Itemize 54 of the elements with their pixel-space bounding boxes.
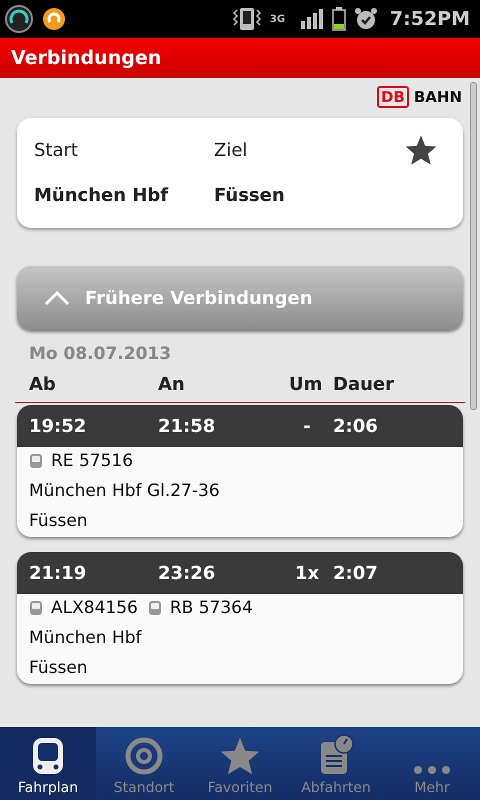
- train-icon: [29, 453, 43, 469]
- duration: 2:06: [333, 416, 379, 436]
- duration: 2:07: [333, 562, 379, 584]
- target-icon: [124, 736, 164, 776]
- changes-count: -: [302, 416, 312, 436]
- nav-tab[interactable]: Fahrplan: [0, 727, 96, 800]
- train-number: ALX84156: [51, 598, 138, 618]
- app-icon[interactable]: [42, 7, 66, 31]
- chevron-up-icon: [43, 290, 71, 306]
- destination-station: Füssen: [214, 185, 286, 206]
- arrival-time: 21:58: [158, 416, 216, 436]
- signal-icon: [300, 8, 324, 30]
- destination-station: Füssen: [29, 658, 89, 678]
- departure-time: 19:52: [29, 416, 88, 436]
- column-header: Ab: [29, 374, 57, 395]
- column-header: An: [158, 374, 186, 395]
- destination-label: Ziel: [214, 140, 248, 161]
- route-card[interactable]: Start München Hbf Ziel Füssen: [17, 118, 463, 228]
- nav-tab[interactable]: Standort: [96, 727, 192, 800]
- start-label: Start: [34, 140, 79, 161]
- logo-mark: DB: [376, 86, 409, 108]
- nav-tab[interactable]: Favoriten: [192, 727, 288, 800]
- destination-station: Füssen: [29, 511, 89, 531]
- star-icon: [218, 736, 262, 776]
- train-icon: [29, 600, 43, 616]
- ring-icon[interactable]: [4, 4, 34, 34]
- departure-time: 21:19: [29, 562, 88, 584]
- nav-tab[interactable]: Abfahrten: [288, 727, 384, 800]
- earlier-connections-button[interactable]: Frühere Verbindungen: [17, 266, 463, 330]
- alarm-icon: [354, 7, 378, 31]
- logo-wordmark: BAHN: [414, 88, 462, 106]
- column-header: Dauer: [333, 374, 395, 395]
- date-heading: Mo 08.07.2013: [29, 344, 172, 364]
- screen-title: Verbindungen: [11, 47, 162, 69]
- changes-count: 1x: [294, 562, 320, 584]
- arrival-time: 23:26: [158, 562, 216, 584]
- origin-station: München Hbf: [29, 628, 143, 648]
- nav-tab[interactable]: Mehr: [384, 727, 480, 800]
- battery-icon: [332, 7, 346, 31]
- clock: 7:52PM: [390, 8, 470, 30]
- clipboard-clock-icon: [318, 734, 354, 776]
- network-label: 3G: [270, 14, 286, 24]
- column-header: Um: [289, 374, 324, 395]
- connection-card[interactable]: 19:52 21:58 - 2:06 RE 57516 München Hbf Gl.27-36 Füssen: [17, 405, 463, 537]
- connection-card[interactable]: 21:19 23:26 1x 2:07 ALX84156 RB 57364 München Hbf Füssen: [17, 552, 463, 684]
- train-number: RB 57364: [170, 598, 253, 618]
- train-icon: [148, 600, 162, 616]
- start-station: München Hbf: [34, 185, 170, 206]
- vibrate-icon: [232, 6, 262, 32]
- star-icon[interactable]: [404, 134, 438, 166]
- more-icon: [413, 764, 451, 776]
- train-number: RE 57516: [51, 451, 134, 471]
- origin-station: München Hbf Gl.27-36: [29, 481, 221, 501]
- train-icon: [30, 736, 66, 776]
